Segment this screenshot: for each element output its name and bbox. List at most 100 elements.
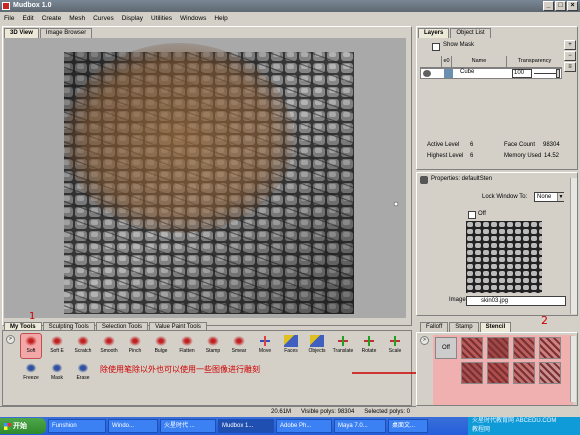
tool-translate[interactable]: Translate — [333, 348, 354, 354]
tool-freeze[interactable]: Freeze — [23, 375, 39, 381]
menu-edit[interactable]: Edit — [22, 15, 33, 22]
tool-faces[interactable]: Faces — [284, 348, 298, 354]
tab-stencil[interactable]: Stencil — [479, 322, 512, 332]
stencil-thumbnail[interactable] — [539, 362, 561, 384]
tool-move[interactable]: Move — [259, 348, 271, 354]
erase-tool-icon[interactable] — [76, 362, 90, 374]
tab-layers[interactable]: Layers — [418, 28, 450, 38]
tab-3d-view[interactable]: 3D View — [4, 28, 39, 38]
objects-tool-icon[interactable] — [310, 335, 324, 347]
menu-utilities[interactable]: Utilities — [151, 15, 172, 22]
task-windows[interactable]: Windo... — [108, 419, 158, 433]
properties-scrollbar[interactable] — [570, 178, 577, 314]
status-selected-polys: Selected polys: 0 — [364, 409, 410, 415]
tool-smooth[interactable]: Smooth — [100, 348, 117, 354]
menu-create[interactable]: Create — [42, 15, 62, 22]
stencil-thumbnail[interactable] — [487, 337, 509, 359]
close-button[interactable]: × — [567, 1, 578, 11]
lock-window-label: Lock Window To: — [482, 194, 528, 200]
tab-falloff[interactable]: Falloff — [420, 322, 449, 332]
soft-e-tool-icon[interactable] — [50, 335, 64, 347]
tool-soft-e[interactable]: Soft E — [50, 348, 64, 354]
transparency-input[interactable]: 100 — [512, 69, 532, 78]
stencil-thumbnail[interactable] — [461, 362, 483, 384]
image-path-input[interactable]: skin03.jpg — [466, 296, 566, 306]
active-level-value: 6 — [470, 142, 474, 148]
stencil-thumbnail[interactable] — [487, 362, 509, 384]
soft-tool-icon[interactable] — [24, 335, 38, 347]
tool-erase[interactable]: Erase — [76, 375, 89, 381]
tool-pinch[interactable]: Pinch — [129, 348, 142, 354]
layer-lock-icon[interactable] — [444, 69, 453, 78]
window-title: Mudbox 1.0 — [13, 2, 52, 9]
stencil-thumbnail[interactable] — [539, 337, 561, 359]
task-photoshop[interactable]: Adobe Ph... — [276, 419, 332, 433]
tab-object-list[interactable]: Object List — [450, 28, 491, 38]
freeze-tool-icon[interactable] — [24, 362, 38, 374]
scale-tool-icon[interactable] — [388, 335, 402, 347]
stencil-thumbnail[interactable] — [513, 337, 535, 359]
stencil-scrollbar[interactable] — [570, 336, 576, 402]
menu-display[interactable]: Display — [122, 15, 143, 22]
stamp-tool-icon[interactable] — [206, 335, 220, 347]
bulge-tool-icon[interactable] — [154, 335, 168, 347]
highest-level-value: 6 — [470, 153, 474, 159]
menu-mesh[interactable]: Mesh — [69, 15, 85, 22]
task-maya[interactable]: Maya 7.0... — [334, 419, 386, 433]
off-label: Off — [478, 211, 486, 217]
task-funshion[interactable]: Funshion — [48, 419, 106, 433]
layer-options-button[interactable]: ≡ — [564, 62, 576, 72]
smear-tool-icon[interactable] — [232, 335, 246, 347]
task-mudbox[interactable]: Mudbox 1... — [218, 419, 274, 433]
stencil-thumbnail[interactable] — [513, 362, 535, 384]
start-button[interactable]: 开始 — [0, 418, 46, 434]
scratch-tool-icon[interactable] — [76, 335, 90, 347]
pinch-tool-icon[interactable] — [128, 335, 142, 347]
stencil-menu-icon[interactable]: > — [420, 336, 429, 345]
move-tool-icon[interactable] — [258, 335, 272, 347]
tool-objects[interactable]: Objects — [309, 348, 326, 354]
faces-tool-icon[interactable] — [284, 335, 298, 347]
show-mask-checkbox[interactable] — [432, 43, 440, 51]
tool-bulge[interactable]: Bulge — [155, 348, 168, 354]
transparency-slider-handle[interactable] — [556, 69, 560, 78]
layers-panel — [416, 26, 578, 170]
menu-curves[interactable]: Curves — [93, 15, 114, 22]
annotation-note: 除使用笔除以外也可以使用一些图像进行雕刻 — [100, 365, 260, 374]
stencil-thumbnail[interactable] — [461, 337, 483, 359]
status-memory: 20.61M — [271, 409, 292, 415]
stencil-off-button[interactable]: Off — [435, 337, 457, 359]
tab-image-browser[interactable]: Image Browser — [39, 28, 93, 38]
maximize-button[interactable]: □ — [555, 1, 566, 11]
add-layer-button[interactable]: + — [564, 40, 576, 50]
translate-tool-icon[interactable] — [336, 335, 350, 347]
mask-tool-icon[interactable] — [50, 362, 64, 374]
chevron-down-icon[interactable]: ▼ — [557, 193, 564, 201]
tool-stamp[interactable]: Stamp — [206, 348, 220, 354]
app-logo-icon — [2, 2, 10, 10]
3d-viewport[interactable] — [4, 38, 406, 318]
task-desktop[interactable]: 桌面文... — [388, 419, 428, 433]
app-window: Mudbox 1.0 _ □ × File Edit Create Mesh C… — [0, 0, 580, 435]
tool-soft[interactable]: Soft — [27, 348, 36, 354]
rotate-tool-icon[interactable] — [362, 335, 376, 347]
menu-file[interactable]: File — [4, 15, 14, 22]
off-checkbox[interactable] — [468, 211, 476, 219]
smooth-tool-icon[interactable] — [102, 335, 116, 347]
minimize-button[interactable]: _ — [543, 1, 554, 11]
tool-scale[interactable]: Scale — [389, 348, 402, 354]
shelf-menu-icon[interactable]: > — [6, 335, 15, 344]
menu-windows[interactable]: Windows — [180, 15, 206, 22]
windows-logo-icon — [4, 422, 11, 430]
flatten-tool-icon[interactable] — [180, 335, 194, 347]
task-huoxing[interactable]: 火星时代 ... — [160, 419, 216, 433]
tool-flatten[interactable]: Flatten — [179, 348, 194, 354]
menu-help[interactable]: Help — [214, 15, 227, 22]
tab-stamp[interactable]: Stamp — [449, 322, 479, 332]
tool-rotate[interactable]: Rotate — [362, 348, 377, 354]
tool-scratch[interactable]: Scratch — [75, 348, 92, 354]
remove-layer-button[interactable]: − — [564, 51, 576, 61]
tool-smear[interactable]: Smear — [232, 348, 247, 354]
eye-icon[interactable] — [423, 70, 431, 77]
tool-mask[interactable]: Mask — [51, 375, 63, 381]
